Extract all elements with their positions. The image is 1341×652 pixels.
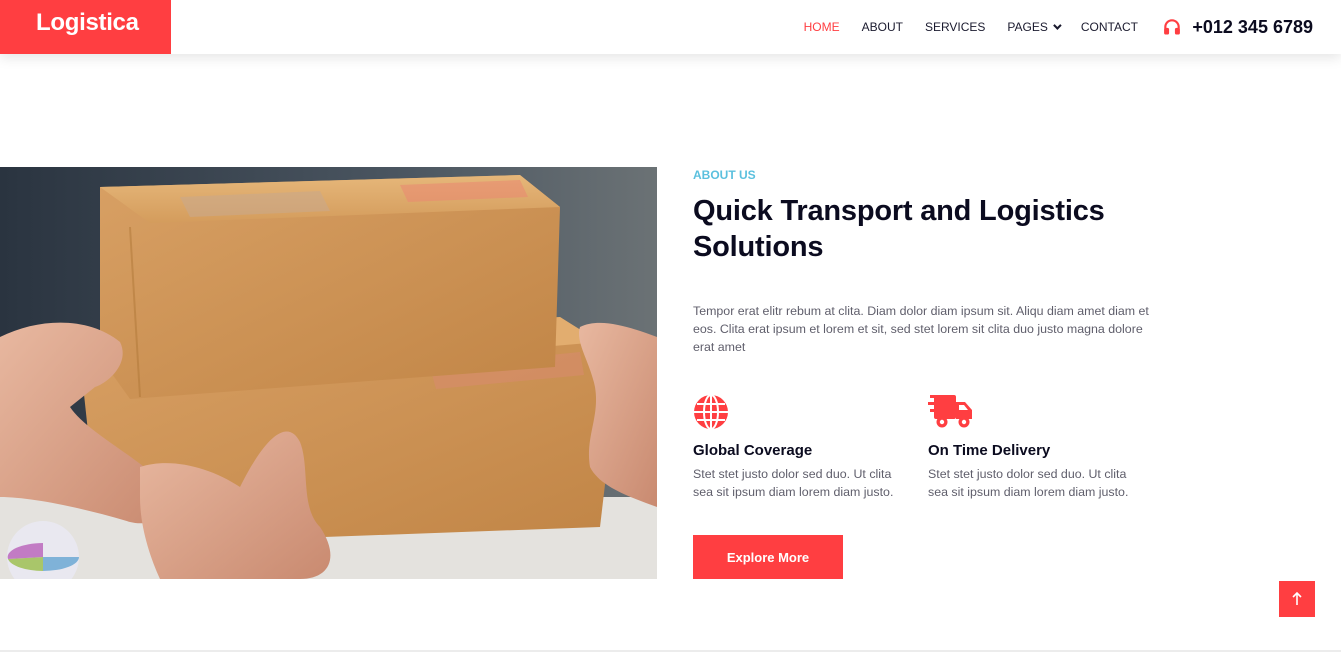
feature-title: On Time Delivery — [928, 442, 1051, 459]
navbar: Logistica HOME ABOUT SERVICES PAGES CONT… — [0, 0, 1341, 54]
nav-contact[interactable]: CONTACT — [1081, 20, 1138, 34]
main-nav: HOME ABOUT SERVICES PAGES CONTACT — [782, 0, 1138, 54]
nav-pages-dropdown[interactable]: PAGES — [1007, 20, 1062, 34]
about-eyebrow: ABOUT US — [693, 168, 756, 182]
about-heading: Quick Transport and Logistics Solutions — [693, 195, 1105, 263]
shipping-fast-icon — [928, 395, 972, 428]
feature-global-coverage: Global Coverage Stet stet justo dolor se… — [693, 392, 928, 501]
feature-on-time-delivery: On Time Delivery Stet stet justo dolor s… — [928, 392, 1163, 501]
feature-text: Stet stet justo dolor sed duo. Ut clita … — [928, 467, 1129, 499]
globe-icon — [694, 394, 728, 430]
phone-number[interactable]: +012 345 6789 — [1192, 17, 1313, 38]
nav-home[interactable]: HOME — [804, 20, 840, 34]
phone-contact: +012 345 6789 — [1162, 0, 1313, 54]
about-image — [0, 167, 657, 579]
feature-list: Global Coverage Stet stet justo dolor se… — [693, 392, 1163, 501]
nav-about[interactable]: ABOUT — [862, 20, 903, 34]
nav-services[interactable]: SERVICES — [925, 20, 985, 34]
explore-more-button[interactable]: Explore More — [693, 535, 843, 579]
arrow-up-icon — [1292, 591, 1302, 605]
headphones-icon — [1164, 19, 1181, 35]
feature-text: Stet stet justo dolor sed duo. Ut clita … — [693, 467, 894, 499]
about-paragraph: Tempor erat elitr rebum at clita. Diam d… — [693, 304, 1149, 354]
boxes-photo — [0, 167, 657, 579]
about-section: ABOUT US Quick Transport and Logistics S… — [693, 167, 1163, 579]
brand-logo[interactable]: Logistica — [0, 0, 171, 54]
chevron-down-icon — [1053, 21, 1062, 30]
nav-pages-label: PAGES — [1007, 20, 1048, 34]
back-to-top-button[interactable] — [1279, 581, 1315, 617]
feature-title: Global Coverage — [693, 442, 813, 459]
